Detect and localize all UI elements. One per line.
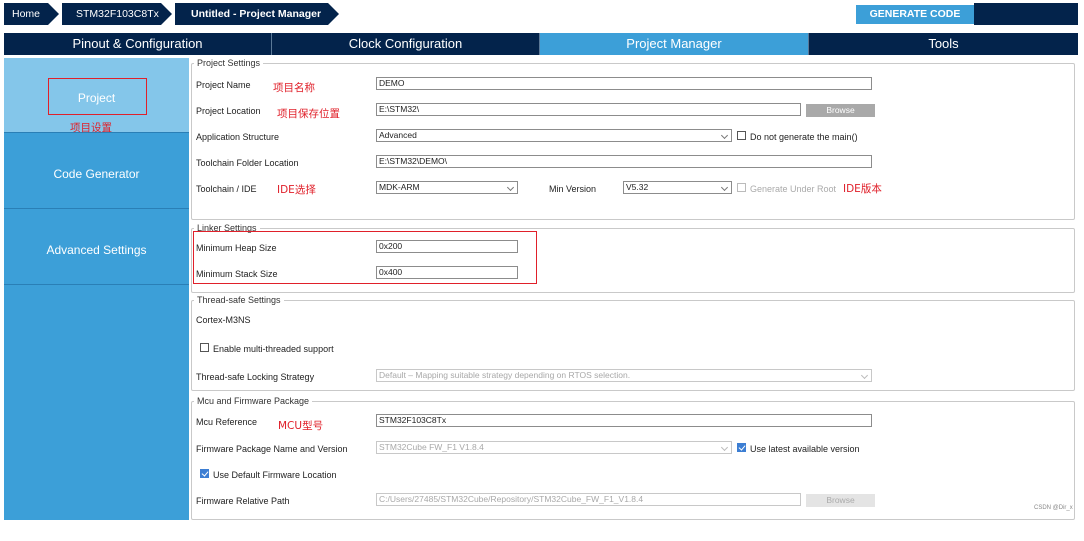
app-structure-label: Application Structure [196,132,280,142]
tab-tools[interactable]: Tools [809,33,1078,55]
sidebar-item-advanced-settings[interactable]: Advanced Settings [4,210,189,285]
toolchain-folder-input[interactable]: E:\STM32\DEMO\ [376,155,872,168]
fw-package-label: Firmware Package Name and Version [196,444,348,454]
top-bar: Home STM32F103C8Tx Untitled - Project Ma… [0,0,1084,28]
project-name-input[interactable]: DEMO [376,77,872,90]
no-main-checkbox[interactable] [737,131,746,140]
ide-version-annotation: IDE版本 [843,183,882,195]
content-panel: Project Settings Project Name DEMO Proje… [189,58,1078,520]
locking-strategy-label: Thread-safe Locking Strategy [196,372,315,382]
project-location-input[interactable]: E:\STM32\ [376,103,801,116]
breadcrumb-device[interactable]: STM32F103C8Tx [62,3,174,25]
project-name-annotation: 项目名称 [273,82,315,94]
sidebar-item-advanced-settings-label: Advanced Settings [46,243,147,257]
project-location-annotation: 项目保存位置 [277,108,340,120]
top-bar-tail [974,3,1078,25]
locking-strategy-select[interactable]: Default – Mapping suitable strategy depe… [376,369,872,382]
mcu-ref-input[interactable]: STM32F103C8Tx [376,414,872,427]
no-main-label: Do not generate the main() [750,132,858,142]
app-structure-select[interactable]: Advanced [376,129,732,142]
project-location-browse-button[interactable]: Browse [806,104,875,117]
thread-safe-legend: Thread-safe Settings [197,295,281,305]
breadcrumb-project-label: Untitled - Project Manager [191,8,322,20]
fw-relative-path-label: Firmware Relative Path [196,496,290,506]
core-label: Cortex-M3NS [196,315,251,325]
multithread-label: Enable multi-threaded support [213,344,334,354]
use-default-location-label: Use Default Firmware Location [213,470,337,480]
breadcrumb-home[interactable]: Home [4,3,61,25]
breadcrumb-project[interactable]: Untitled - Project Manager [175,3,341,25]
tab-pinout[interactable]: Pinout & Configuration [4,33,272,55]
use-latest-label: Use latest available version [750,444,860,454]
toolchain-ide-label: Toolchain / IDE [196,184,257,194]
generate-under-root-checkbox[interactable] [737,183,746,192]
project-settings-legend: Project Settings [197,58,261,68]
content-scrollbar[interactable] [1078,58,1084,520]
breadcrumb-home-label: Home [12,8,41,20]
fw-path-browse-button[interactable]: Browse [806,494,875,507]
generate-code-button[interactable]: GENERATE CODE [856,5,974,24]
breadcrumb-device-label: STM32F103C8Tx [76,8,159,20]
breadcrumb: Home STM32F103C8Tx Untitled - Project Ma… [4,3,342,25]
fw-package-select[interactable]: STM32Cube FW_F1 V1.8.4 [376,441,732,454]
main-tabs: Pinout & Configuration Clock Configurati… [4,33,1078,55]
sidebar-item-code-generator-label: Code Generator [53,167,140,181]
sidebar-item-code-generator[interactable]: Code Generator [4,134,189,209]
multithread-checkbox[interactable] [200,343,209,352]
mcu-firmware-legend: Mcu and Firmware Package [197,396,310,406]
project-setting-annotation: 项目设置 [70,122,112,134]
fw-relative-path-input[interactable]: C:/Users/27485/STM32Cube/Repository/STM3… [376,493,801,506]
linker-annotation-box [193,231,537,284]
generate-under-root-label: Generate Under Root [750,184,837,194]
mcu-ref-label: Mcu Reference [196,417,258,427]
use-latest-checkbox[interactable] [737,443,746,452]
use-default-location-checkbox[interactable] [200,469,209,478]
project-name-label: Project Name [196,80,251,90]
min-version-label: Min Version [549,184,597,194]
min-version-select[interactable]: V5.32 [623,181,732,194]
tab-clock[interactable]: Clock Configuration [272,33,540,55]
project-annotation-box [48,78,147,115]
toolchain-folder-label: Toolchain Folder Location [196,158,299,168]
tab-project-manager[interactable]: Project Manager [540,33,809,55]
project-location-label: Project Location [196,106,261,116]
watermark: CSDN @Dir_x [1034,505,1073,511]
toolchain-ide-select[interactable]: MDK-ARM [376,181,518,194]
mcu-model-annotation: MCU型号 [278,420,324,432]
ide-choice-annotation: IDE选择 [277,184,316,196]
